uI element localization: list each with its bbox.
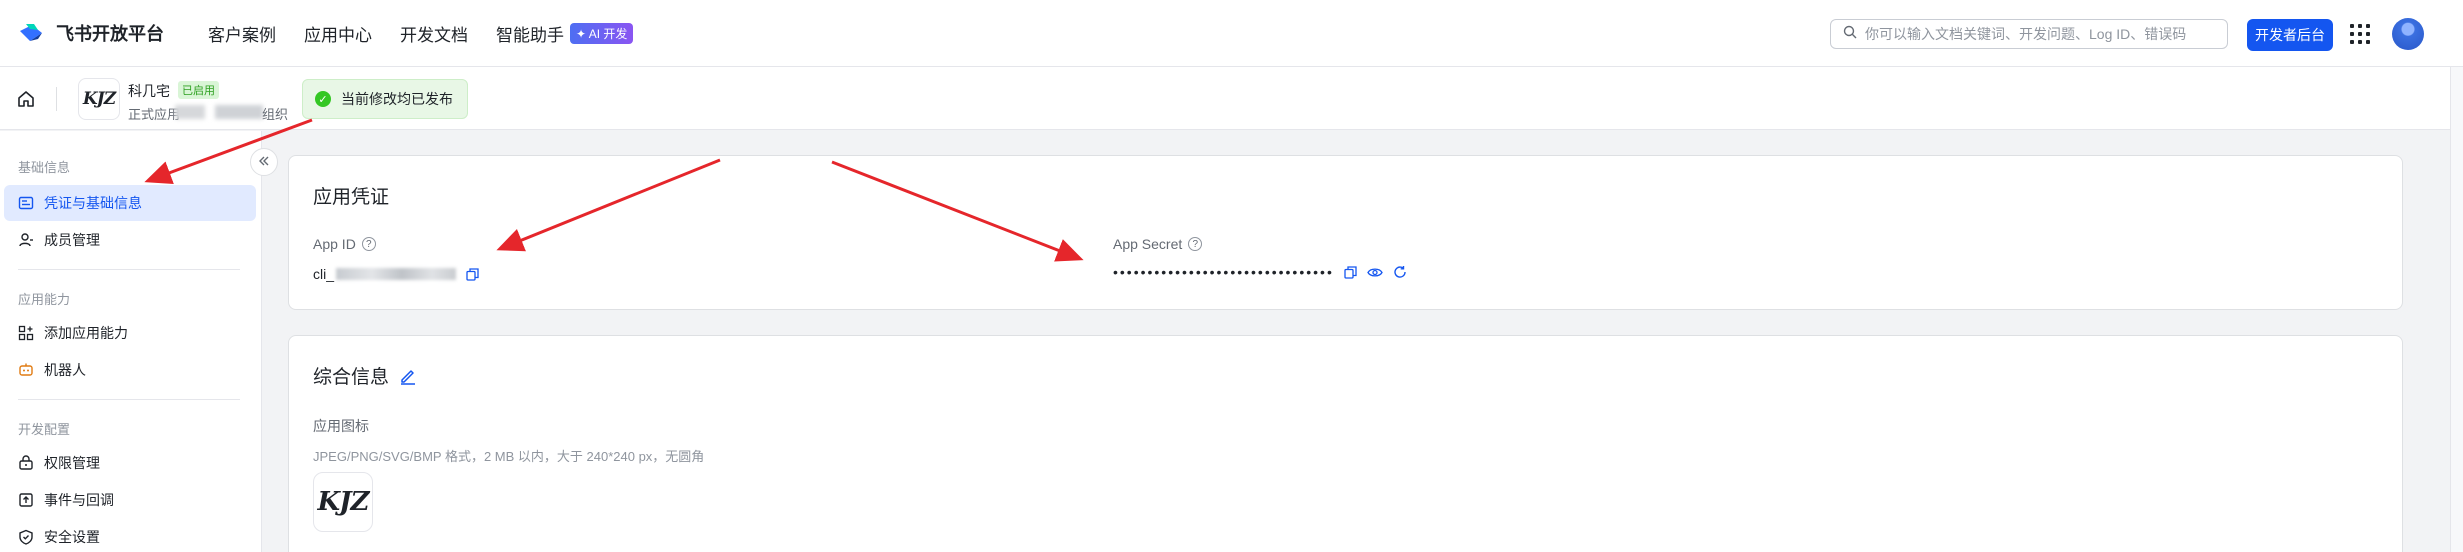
developer-console-button[interactable]: 开发者后台 bbox=[2247, 19, 2333, 51]
credential-icon bbox=[18, 195, 34, 211]
redacted-app-id bbox=[336, 268, 457, 280]
sidebar-item-label: 成员管理 bbox=[44, 232, 100, 248]
app-logo: KJZ bbox=[78, 78, 120, 120]
brand-name: 飞书开放平台 bbox=[56, 24, 164, 44]
copy-icon[interactable] bbox=[466, 267, 479, 281]
sidebar-item-members[interactable]: 成员管理 bbox=[4, 222, 256, 258]
sidebar-item-label: 添加应用能力 bbox=[44, 325, 128, 341]
app-header-bar: KJZ 科几宅 已启用 正式应用 组织 ✓ 当前修改均已发布 bbox=[0, 67, 2450, 130]
sidebar-item-events[interactable]: 事件与回调 bbox=[4, 482, 256, 518]
app-secret-label-text: App Secret bbox=[1113, 236, 1183, 252]
general-info-title: 综合信息 bbox=[313, 362, 417, 389]
app-id-value: cli_ bbox=[313, 266, 479, 282]
feishu-logo-icon bbox=[18, 21, 48, 45]
app-status-badge: 已启用 bbox=[178, 81, 219, 99]
nav-dev-docs[interactable]: 开发文档 bbox=[400, 21, 468, 46]
search-input[interactable]: 你可以输入文档关键词、开发问题、Log ID、错误码 bbox=[1830, 19, 2228, 49]
sidebar-item-robot[interactable]: 机器人 bbox=[4, 352, 256, 388]
app-icon-label: 应用图标 bbox=[313, 418, 369, 434]
redacted-org-name bbox=[175, 105, 205, 119]
sidebar-section-capability: 应用能力 bbox=[18, 292, 71, 307]
app-name: 科几宅 bbox=[128, 83, 170, 99]
redacted-org-name-2 bbox=[215, 105, 263, 119]
user-avatar[interactable] bbox=[2392, 18, 2424, 50]
app-id-label: App ID ? bbox=[313, 236, 376, 252]
app-id-prefix: cli_ bbox=[313, 266, 335, 282]
brand-logo[interactable]: 飞书开放平台 bbox=[18, 20, 164, 46]
app-secret-label: App Secret ? bbox=[1113, 236, 1203, 252]
apps-grid-icon[interactable] bbox=[2350, 24, 2370, 44]
publish-status-tip: ✓ 当前修改均已发布 bbox=[302, 79, 468, 119]
event-icon bbox=[18, 492, 34, 508]
search-icon bbox=[1843, 25, 1857, 44]
credentials-card-title: 应用凭证 bbox=[313, 187, 390, 208]
eye-icon[interactable] bbox=[1367, 266, 1383, 279]
app-secret-value: •••••••••••••••••••••••••••••••• bbox=[1113, 264, 1407, 280]
app-icon-requirements: JPEG/PNG/SVG/BMP 格式，2 MB 以内，大于 240*240 p… bbox=[313, 449, 705, 464]
sidebar-item-label: 权限管理 bbox=[44, 455, 100, 471]
nav-app-center[interactable]: 应用中心 bbox=[304, 21, 372, 46]
left-sidebar: 基础信息 凭证与基础信息 成员管理 应用能力 添加应用能力 机器人 开发配置 权… bbox=[0, 131, 262, 552]
double-chevron-left-icon bbox=[258, 154, 270, 170]
collapse-sidebar-button[interactable] bbox=[250, 148, 278, 176]
refresh-icon[interactable] bbox=[1393, 265, 1407, 279]
nav-smart-assistant[interactable]: 智能助手 ✦ AI 开发 bbox=[496, 21, 634, 46]
top-navigation-bar: 飞书开放平台 客户案例 应用中心 开发文档 智能助手 ✦ AI 开发 你可以输入… bbox=[0, 0, 2463, 67]
app-id-label-text: App ID bbox=[313, 236, 356, 252]
sidebar-item-credentials[interactable]: 凭证与基础信息 bbox=[4, 185, 256, 221]
edit-icon[interactable] bbox=[399, 367, 417, 385]
sidebar-item-label: 凭证与基础信息 bbox=[44, 195, 142, 211]
robot-icon bbox=[18, 362, 34, 378]
sidebar-item-add-capability[interactable]: 添加应用能力 bbox=[4, 315, 256, 351]
header-divider bbox=[56, 87, 57, 111]
general-info-title-text: 综合信息 bbox=[313, 367, 390, 388]
help-icon[interactable]: ? bbox=[361, 237, 376, 251]
app-secret-masked: •••••••••••••••••••••••••••••••• bbox=[1113, 264, 1334, 280]
app-type-label: 正式应用 bbox=[128, 107, 181, 122]
search-placeholder: 你可以输入文档关键词、开发问题、Log ID、错误码 bbox=[1865, 26, 2187, 42]
nav-smart-assistant-label: 智能助手 bbox=[496, 25, 564, 45]
add-capability-icon bbox=[18, 325, 34, 341]
shield-icon bbox=[18, 529, 34, 545]
sidebar-divider bbox=[18, 269, 240, 270]
sidebar-item-label: 机器人 bbox=[44, 362, 86, 378]
nav-customer-cases[interactable]: 客户案例 bbox=[208, 21, 276, 46]
home-icon[interactable] bbox=[16, 89, 36, 114]
sidebar-section-dev-config: 开发配置 bbox=[18, 422, 71, 437]
ai-dev-badge: ✦ AI 开发 bbox=[570, 22, 634, 44]
help-icon[interactable]: ? bbox=[1188, 237, 1203, 251]
app-org-suffix: 组织 bbox=[262, 107, 289, 122]
permission-icon bbox=[18, 455, 34, 471]
app-icon-preview[interactable]: KJZ bbox=[313, 472, 373, 532]
sidebar-item-label: 事件与回调 bbox=[44, 492, 114, 508]
general-info-card: 综合信息 应用图标 JPEG/PNG/SVG/BMP 格式，2 MB 以内，大于… bbox=[288, 335, 2403, 552]
copy-icon[interactable] bbox=[1344, 265, 1357, 279]
page-scrollbar[interactable] bbox=[2450, 67, 2463, 552]
sidebar-item-security[interactable]: 安全设置 bbox=[4, 519, 256, 552]
check-circle-icon: ✓ bbox=[315, 91, 331, 107]
sidebar-section-basic: 基础信息 bbox=[18, 160, 71, 175]
sidebar-item-permissions[interactable]: 权限管理 bbox=[4, 445, 256, 481]
sidebar-divider bbox=[18, 399, 240, 400]
main-nav: 客户案例 应用中心 开发文档 智能助手 ✦ AI 开发 bbox=[208, 21, 661, 46]
member-icon bbox=[18, 232, 34, 248]
sidebar-item-label: 安全设置 bbox=[44, 529, 100, 545]
publish-status-text: 当前修改均已发布 bbox=[341, 91, 453, 107]
credentials-card: 应用凭证 App ID ? cli_ App Secret ? ••••••••… bbox=[288, 155, 2403, 310]
